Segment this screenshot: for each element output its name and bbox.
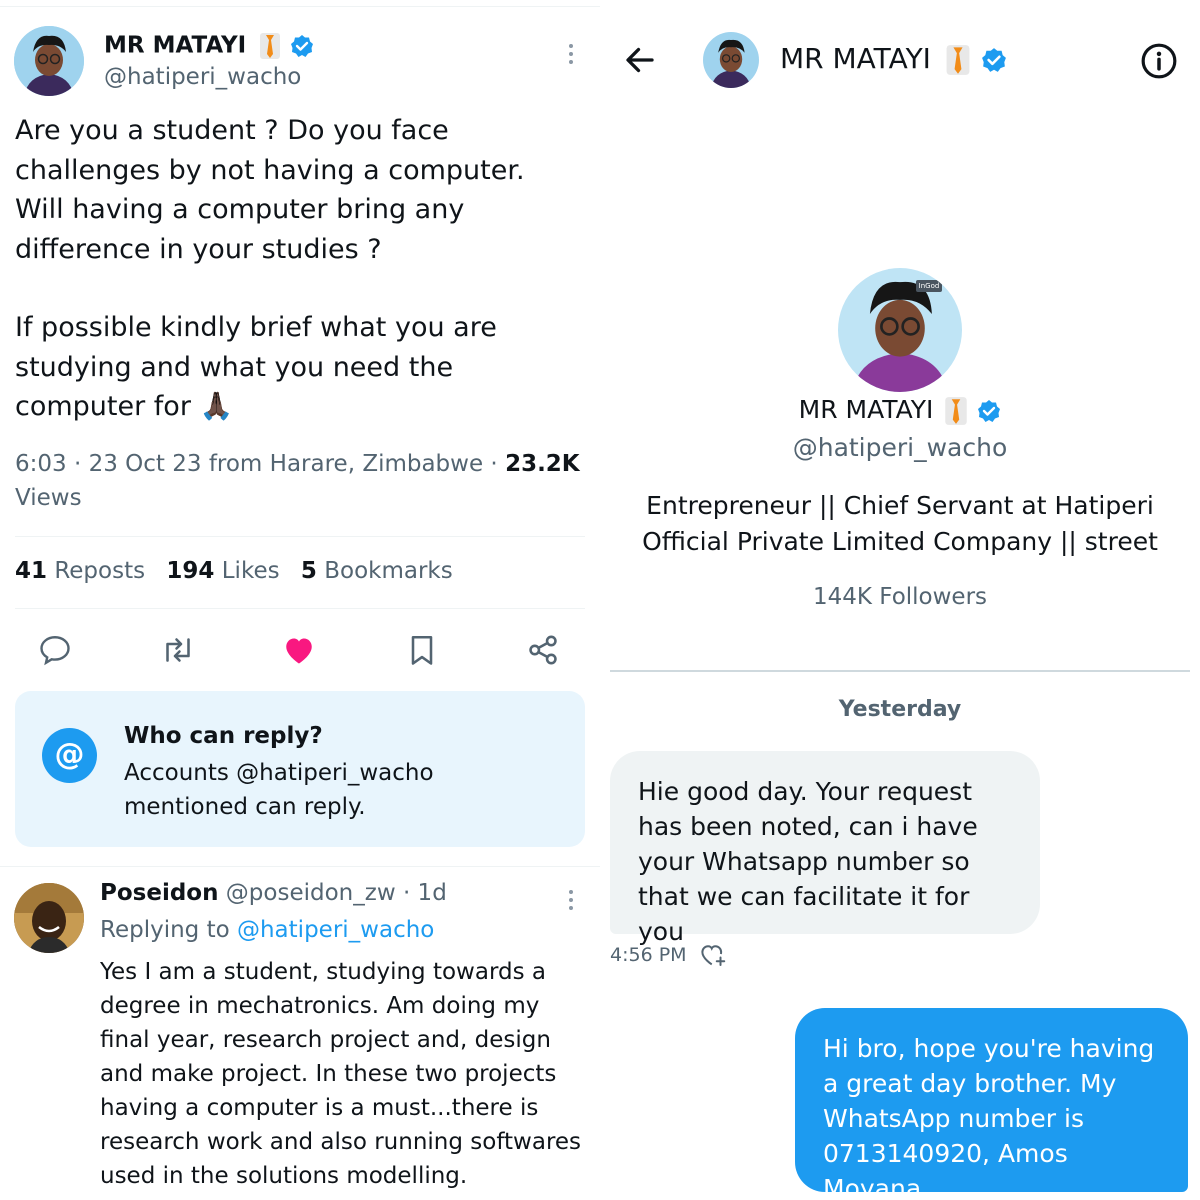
tweet-paragraph-2-text: If possible kindly brief what you are st… — [15, 312, 497, 422]
date-divider: Yesterday — [838, 697, 962, 722]
necktie-icon — [260, 33, 281, 59]
author-name[interactable]: MR MATAYI — [104, 33, 246, 59]
reply-author-name[interactable]: Poseidon — [100, 880, 218, 906]
divider — [0, 866, 600, 867]
replying-to-link[interactable]: @hatiperi_wacho — [237, 917, 434, 943]
replying-to-label: Replying to — [100, 917, 230, 943]
dm-profile-name: MR MATAYI — [798, 395, 934, 424]
dm-header-avatar[interactable] — [703, 32, 759, 88]
at-mention-icon: @ — [42, 728, 97, 783]
dm-header-name: MR MATAYI — [780, 42, 931, 75]
incoming-message-text: Hie good day. Your request has been note… — [638, 777, 978, 946]
tweet-stats: 41 Reposts 194 Likes 5 Bookmarks — [15, 558, 453, 584]
necktie-icon — [946, 45, 970, 75]
dm-profile-handle[interactable]: @hatiperi_wacho — [600, 433, 1200, 462]
repost-icon[interactable] — [159, 632, 197, 668]
more-options-icon[interactable] — [567, 44, 575, 68]
who-can-reply-card: @ Who can reply? Accounts @hatiperi_wach… — [15, 691, 585, 847]
replying-to: Replying to @hatiperi_wacho — [100, 917, 434, 943]
share-icon[interactable] — [525, 632, 561, 668]
tweet-timestamp[interactable]: 6:03 · 23 Oct 23 from Harare, Zimbabwe · — [15, 451, 505, 477]
back-arrow-icon[interactable] — [620, 42, 660, 78]
author-portrait-icon — [14, 26, 84, 96]
who-can-reply-title: Who can reply? — [124, 723, 323, 749]
tweet-panel: MR MATAYI @hatiperi_wacho Are you a stud… — [0, 0, 600, 1200]
bookmarks-count: 5 — [300, 558, 317, 584]
reposts-label: Reposts — [54, 558, 146, 584]
dm-header-portrait-icon — [703, 32, 759, 88]
praying-hands-emoji: 🙏🏿 — [199, 391, 234, 422]
reply-icon[interactable] — [37, 632, 73, 668]
like-heart-icon[interactable] — [280, 632, 318, 668]
profile-divider — [610, 670, 1190, 672]
dm-panel: MR MATAYI InGod MR MATAYI @hatiperi_wach… — [600, 0, 1200, 1200]
dm-profile-followers[interactable]: 144K Followers — [600, 584, 1200, 610]
likes-count: 194 — [166, 558, 215, 584]
dm-profile-portrait-icon — [838, 268, 962, 392]
info-icon[interactable] — [1140, 42, 1178, 80]
outgoing-message-text: Hi bro, hope you're having a great day b… — [823, 1034, 1155, 1200]
tweet-body: Are you a student ? Do you face challeng… — [15, 111, 575, 427]
divider — [15, 536, 585, 537]
necktie-icon — [945, 397, 968, 425]
dm-header-title-row: MR MATAYI — [780, 42, 1007, 76]
reply-body: Yes I am a student, studying towards a d… — [100, 959, 582, 1189]
reply-author-portrait-icon — [14, 883, 84, 953]
verified-badge-icon — [291, 35, 314, 57]
reply-author-handle[interactable]: @poseidon_zw — [226, 880, 396, 906]
verified-badge-icon — [978, 400, 1001, 422]
divider — [15, 608, 585, 609]
dm-profile-avatar[interactable]: InGod — [838, 268, 962, 392]
bookmark-icon[interactable] — [404, 632, 440, 668]
views-label: Views — [15, 485, 82, 511]
author-handle[interactable]: @hatiperi_wacho — [104, 64, 301, 90]
outgoing-message-bubble[interactable]: Hi bro, hope you're having a great day b… — [795, 1008, 1188, 1200]
verified-badge-icon — [981, 48, 1006, 72]
author-avatar[interactable] — [14, 26, 84, 96]
likes-label: Likes — [221, 558, 280, 584]
reply-time[interactable]: · 1d — [403, 880, 447, 906]
bookmarks-label: Bookmarks — [324, 558, 453, 584]
likes-stat[interactable]: 194 Likes — [166, 558, 279, 584]
incoming-message-time: 4:56 PM — [610, 944, 687, 966]
avatar-badge-label: InGod — [916, 280, 942, 292]
dm-profile-bio: Entrepreneur || Chief Servant at Hatiper… — [642, 491, 1158, 556]
author-name-row[interactable]: MR MATAYI — [104, 32, 314, 60]
reply-author-avatar[interactable] — [14, 883, 84, 953]
tweet-paragraph-2: If possible kindly brief what you are st… — [15, 308, 575, 427]
top-divider — [0, 6, 600, 7]
tweet-paragraph-1: Are you a student ? Do you face challeng… — [15, 115, 525, 265]
dm-profile-name-row: MR MATAYI — [600, 395, 1200, 426]
bookmarks-stat[interactable]: 5 Bookmarks — [301, 558, 453, 584]
reposts-stat[interactable]: 41 Reposts — [15, 558, 145, 584]
views-count: 23.2K — [505, 451, 580, 477]
reposts-count: 41 — [15, 558, 48, 584]
who-can-reply-body: Accounts @hatiperi_wacho mentioned can r… — [124, 760, 434, 820]
tweet-meta: 6:03 · 23 Oct 23 from Harare, Zimbabwe ·… — [15, 447, 585, 515]
add-reaction-icon[interactable] — [697, 940, 729, 970]
reply-more-options-icon[interactable] — [567, 890, 575, 914]
reply-author-row: Poseidon @poseidon_zw · 1d — [100, 880, 447, 906]
incoming-message-bubble[interactable]: Hie good day. Your request has been note… — [610, 751, 1040, 946]
